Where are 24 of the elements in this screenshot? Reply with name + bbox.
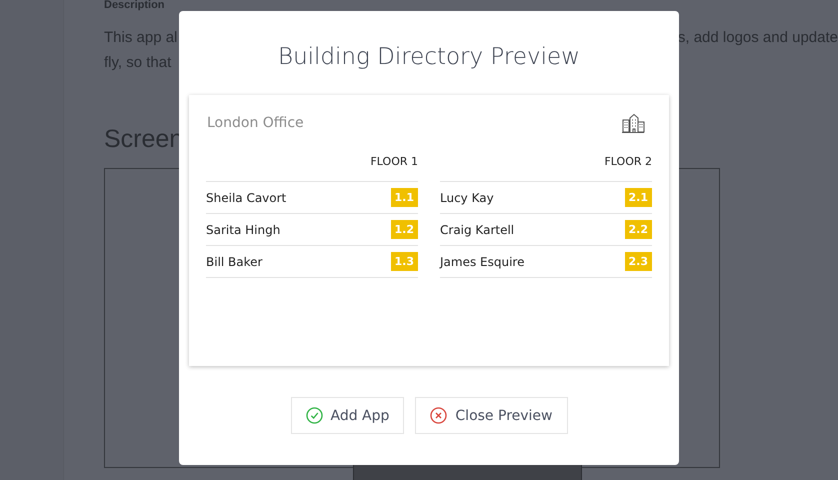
floor-heading: FLOOR 1 — [370, 155, 418, 170]
person-name: Craig Kartell — [440, 222, 514, 236]
buildings-icon — [621, 113, 645, 133]
person-name: Sheila Cavort — [206, 190, 286, 204]
section-heading: Description — [104, 0, 166, 11]
dialog-title: Building Directory Preview — [278, 44, 580, 70]
room-number: 2.2 — [624, 220, 652, 239]
check-circle-icon — [306, 407, 322, 424]
location-name: London Office — [207, 115, 304, 131]
room-number: 2.3 — [624, 252, 652, 271]
close-circle-icon — [430, 407, 448, 424]
person-name: Sarita Hingh — [206, 222, 280, 236]
close-preview-button[interactable]: Close Preview — [415, 397, 568, 434]
room-number: 1.1 — [390, 188, 418, 207]
person-name: Lucy Kay — [440, 190, 494, 204]
room-number: 1.2 — [390, 220, 418, 239]
add-app-button[interactable]: Add App — [290, 397, 404, 434]
description-text: fly, so that — [104, 53, 172, 73]
room-number: 2.1 — [624, 188, 652, 207]
person-name: Bill Baker — [206, 254, 262, 268]
description-text: This app al — [104, 28, 178, 48]
floor-heading: FLOOR 2 — [604, 155, 652, 170]
person-name: James Esquire — [440, 254, 524, 268]
room-number: 1.3 — [390, 252, 418, 271]
